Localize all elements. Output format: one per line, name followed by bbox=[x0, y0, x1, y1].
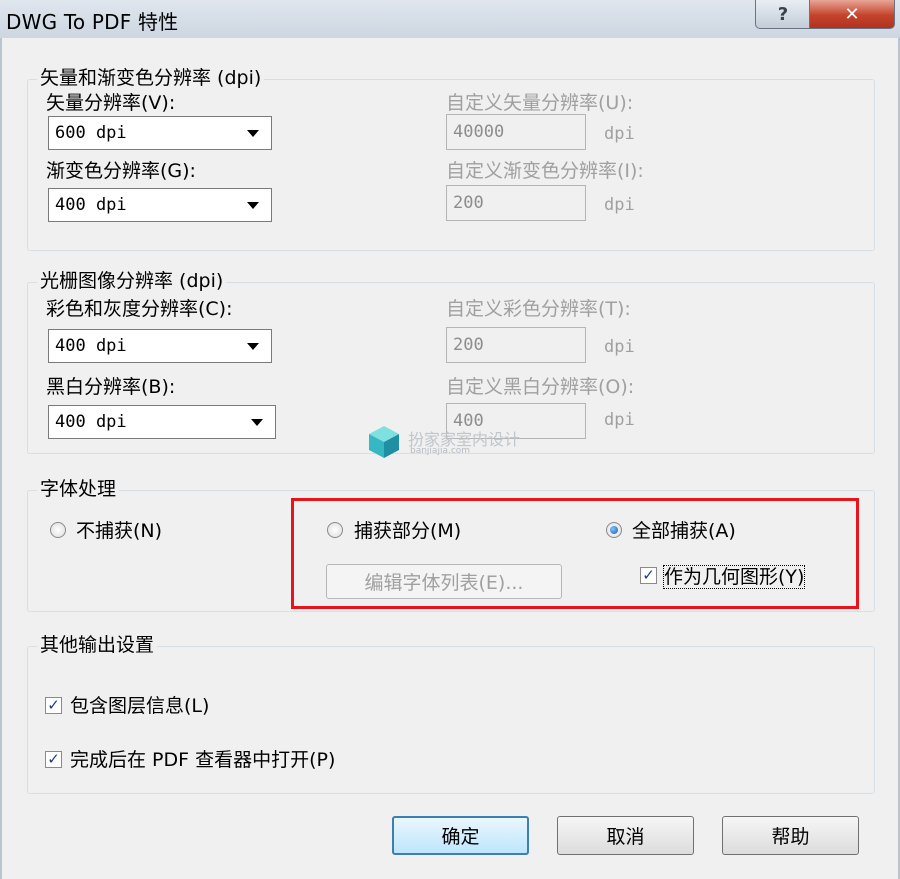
cube-icon bbox=[369, 426, 399, 458]
partial-capture-label[interactable]: 捕获部分(M) bbox=[354, 520, 461, 542]
help-icon: ? bbox=[777, 3, 789, 25]
watermark-logo bbox=[366, 424, 402, 460]
full-capture-radio[interactable] bbox=[606, 522, 622, 538]
partial-capture-radio[interactable] bbox=[327, 522, 343, 538]
custom-vector-label: 自定义矢量分辨率(U): bbox=[446, 92, 634, 114]
help-title-button[interactable]: ? bbox=[755, 0, 811, 29]
color-resolution-value: 400 dpi bbox=[55, 336, 127, 356]
gradient-resolution-label: 渐变色分辨率(G): bbox=[46, 160, 196, 182]
other-output-group bbox=[27, 646, 875, 794]
bw-resolution-value: 400 dpi bbox=[55, 412, 127, 432]
font-group-legend: 字体处理 bbox=[37, 478, 120, 500]
custom-bw-unit: dpi bbox=[604, 410, 635, 430]
color-resolution-select[interactable]: 400 dpi bbox=[48, 329, 272, 363]
custom-vector-input[interactable]: 40000 bbox=[446, 114, 586, 150]
other-group-legend: 其他输出设置 bbox=[37, 634, 158, 656]
edit-font-list-button[interactable]: 编辑字体列表(E)... bbox=[326, 564, 562, 599]
bw-resolution-label: 黑白分辨率(B): bbox=[46, 376, 176, 398]
checkmark-icon: ✓ bbox=[47, 750, 60, 768]
custom-gradient-label: 自定义渐变色分辨率(I): bbox=[446, 160, 644, 182]
as-geometry-label[interactable]: 作为几何图形(Y) bbox=[662, 565, 806, 589]
no-capture-radio[interactable] bbox=[50, 522, 66, 538]
full-capture-label[interactable]: 全部捕获(A) bbox=[632, 520, 736, 542]
custom-color-input[interactable]: 200 bbox=[446, 327, 586, 363]
vector-resolution-select[interactable]: 600 dpi bbox=[48, 116, 272, 150]
close-icon: ✕ bbox=[844, 3, 860, 25]
chevron-down-icon bbox=[251, 419, 263, 426]
chevron-down-icon bbox=[247, 343, 259, 350]
custom-gradient-input[interactable]: 200 bbox=[446, 185, 586, 221]
checkmark-icon: ✓ bbox=[642, 566, 655, 584]
open-viewer-checkbox[interactable]: ✓ bbox=[45, 751, 62, 768]
custom-color-unit: dpi bbox=[604, 337, 635, 357]
gradient-resolution-select[interactable]: 400 dpi bbox=[48, 188, 272, 222]
vector-group-legend: 矢量和渐变色分辨率 (dpi) bbox=[37, 67, 265, 89]
help-button[interactable]: 帮助 bbox=[722, 816, 859, 855]
open-viewer-label[interactable]: 完成后在 PDF 查看器中打开(P) bbox=[70, 749, 335, 771]
custom-vector-unit: dpi bbox=[604, 124, 635, 144]
raster-group-legend: 光栅图像分辨率 (dpi) bbox=[37, 270, 227, 292]
chevron-down-icon bbox=[247, 130, 259, 137]
watermark-url: banjiajia.com bbox=[410, 446, 471, 456]
include-layers-checkbox[interactable]: ✓ bbox=[45, 697, 62, 714]
no-capture-label[interactable]: 不捕获(N) bbox=[76, 520, 162, 542]
include-layers-label[interactable]: 包含图层信息(L) bbox=[70, 695, 209, 717]
chevron-down-icon bbox=[247, 202, 259, 209]
title-bar: DWG To PDF 特性 ? ✕ bbox=[0, 0, 900, 38]
bw-resolution-select[interactable]: 400 dpi bbox=[48, 405, 276, 439]
custom-bw-label: 自定义黑白分辨率(O): bbox=[446, 376, 635, 398]
window-title: DWG To PDF 特性 bbox=[6, 10, 179, 34]
as-geometry-checkbox[interactable]: ✓ bbox=[640, 567, 657, 584]
gradient-resolution-value: 400 dpi bbox=[55, 195, 127, 215]
color-resolution-label: 彩色和灰度分辨率(C): bbox=[46, 298, 233, 320]
checkmark-icon: ✓ bbox=[47, 696, 60, 714]
close-button[interactable]: ✕ bbox=[809, 0, 895, 29]
vector-resolution-value: 600 dpi bbox=[55, 123, 127, 143]
ok-button[interactable]: 确定 bbox=[392, 816, 529, 855]
vector-resolution-label: 矢量分辨率(V): bbox=[46, 92, 176, 114]
custom-gradient-unit: dpi bbox=[604, 195, 635, 215]
cancel-button[interactable]: 取消 bbox=[557, 816, 694, 855]
custom-color-label: 自定义彩色分辨率(T): bbox=[446, 298, 631, 320]
